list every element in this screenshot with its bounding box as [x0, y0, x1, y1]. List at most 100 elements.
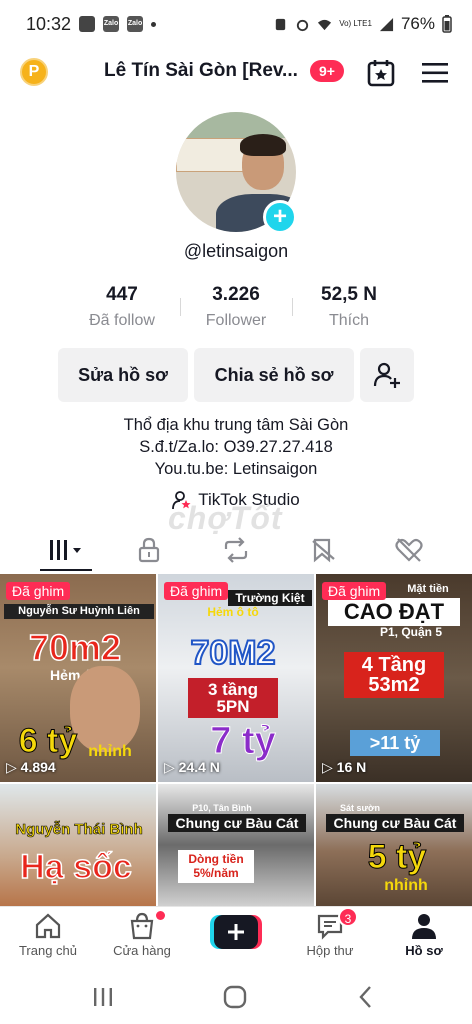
- more-notifications-dot-icon: [151, 21, 157, 27]
- tab-private[interactable]: [124, 534, 174, 566]
- nav-shop-label: Cửa hàng: [113, 943, 171, 958]
- nav-profile[interactable]: Hồ sơ: [384, 911, 464, 958]
- edit-profile-button[interactable]: Sửa hồ sơ: [58, 348, 188, 402]
- video-thumbnail[interactable]: Trường Kiệt Hẻm ô tô 70M2 3 tầng 5PN 7 t…: [158, 574, 314, 782]
- video-headline: CAO ĐẠT: [328, 598, 460, 626]
- bio-line: Thổ địa khu trung tâm Sài Gòn: [123, 416, 349, 434]
- status-bar: 10:32 Zalo Zalo Vo) LTE1 76%: [0, 0, 472, 48]
- share-profile-button[interactable]: Chia sẻ hồ sơ: [194, 348, 354, 402]
- video-top-text: P10, Tân Bình: [192, 803, 252, 813]
- nav-shop[interactable]: Cửa hàng: [102, 911, 182, 958]
- video-extra: nhỉnh: [88, 743, 132, 760]
- zalo-notification-icon-2: Zalo: [127, 16, 144, 32]
- video-subline: P1, Quận 5: [379, 625, 443, 639]
- profile-title[interactable]: Lê Tín Sài Gòn [Rev...: [104, 60, 298, 82]
- video-thumbnail[interactable]: Nguyễn Sư Huỳnh Liên 70m2 Hẻm ô tô 6 tỷ …: [0, 574, 156, 782]
- video-top-text: Nguyễn Thái Bình: [15, 821, 143, 838]
- video-headline: Hạ sốc: [20, 848, 133, 886]
- video-view-count: 16 N: [336, 759, 367, 775]
- profile-header: P Lê Tín Sài Gòn [Rev... 9+: [0, 48, 472, 96]
- video-top-text: Mặt tiền: [407, 583, 449, 595]
- stat-likes-value: 52,5 N: [321, 284, 377, 305]
- gallery-notification-icon: [79, 16, 96, 32]
- home-icon: [35, 913, 61, 939]
- active-tab-indicator: [40, 569, 92, 571]
- video-top-text: Nguyễn Sư Huỳnh Liên: [4, 604, 154, 619]
- video-price: >11 tỷ: [350, 730, 440, 756]
- nav-home-label: Trang chủ: [18, 943, 78, 958]
- video-view-count: 24.4 N: [178, 759, 220, 775]
- heart-hidden-icon: [395, 538, 423, 562]
- shop-notification-dot: [156, 911, 165, 920]
- battery-icon: [442, 15, 452, 33]
- calendar-star-icon[interactable]: [366, 58, 396, 88]
- repost-icon: [224, 537, 248, 563]
- wifi-icon: [318, 19, 332, 30]
- username: @letinsaigon: [183, 241, 289, 261]
- stat-following[interactable]: 447 Đã follow: [62, 284, 182, 330]
- bookmark-hidden-icon: [312, 538, 335, 563]
- video-extra: nhỉnh: [384, 877, 428, 894]
- stat-followers[interactable]: 3.226 Follower: [176, 284, 296, 330]
- bottom-navigation: Trang chủ Cửa hàng Hộp thư 3 Hồ sơ: [0, 906, 472, 970]
- profile-person-icon: [412, 914, 436, 939]
- stat-likes-label: Thích: [328, 312, 369, 329]
- video-views: ▷ 4.894: [6, 759, 56, 775]
- back-icon[interactable]: [354, 984, 380, 1010]
- nav-inbox[interactable]: Hộp thư: [290, 911, 370, 958]
- coins-icon[interactable]: P: [20, 58, 48, 86]
- zalo-notification-icon: Zalo: [103, 16, 120, 32]
- profile-bio: Thổ địa khu trung tâm Sài Gòn S.đ.t/Za.l…: [0, 414, 472, 480]
- profile-stats: 447 Đã follow 3.226 Follower 52,5 N Thíc…: [0, 284, 472, 340]
- video-view-count: 4.894: [20, 759, 56, 775]
- video-thumbnail[interactable]: Sát sườn Chung cư Bàu Cát 5 tỷ nhỉnh: [316, 784, 472, 906]
- stat-following-label: Đã follow: [89, 312, 155, 329]
- avatar-hair: [240, 134, 286, 156]
- menu-icon[interactable]: [420, 60, 450, 86]
- home-system-icon[interactable]: [222, 984, 248, 1010]
- video-thumbnail[interactable]: P10, Tân Bình Chung cư Bàu Cát Dòng tiền…: [158, 784, 314, 906]
- video-thumbnail[interactable]: Nguyễn Thái Bình Hạ sốc: [0, 784, 156, 906]
- video-subline: Hẻm ô tô: [207, 605, 259, 619]
- nav-profile-label: Hồ sơ: [405, 943, 443, 958]
- lock-icon: [138, 537, 160, 563]
- video-price: 7 tỷ: [210, 720, 276, 762]
- signal-icon: [379, 17, 394, 31]
- create-button[interactable]: [210, 915, 262, 949]
- add-friend-button[interactable]: [360, 348, 414, 402]
- tab-favorites[interactable]: [299, 534, 349, 566]
- status-time: 10:32: [26, 13, 72, 34]
- video-thumbnail[interactable]: Mặt tiền CAO ĐẠT P1, Quận 5 4 Tầng 53m2 …: [316, 574, 472, 782]
- video-headline: 70m2: [28, 627, 122, 668]
- pinned-badge: Đã ghim: [322, 582, 387, 600]
- stat-followers-label: Follower: [205, 312, 267, 329]
- account-switch-badge: 9+: [310, 60, 344, 82]
- video-headline: Chung cư Bàu Cát: [168, 814, 306, 832]
- video-headline: 70M2: [189, 634, 276, 672]
- shopping-bag-icon: [130, 912, 154, 940]
- avatar-background: [176, 112, 296, 138]
- nav-home[interactable]: Trang chủ: [8, 911, 88, 958]
- tab-videos[interactable]: [41, 534, 91, 566]
- add-person-icon: [373, 362, 400, 388]
- video-extra: 4 Tầng 53m2: [344, 652, 444, 698]
- recent-apps-icon[interactable]: [90, 984, 116, 1010]
- video-top-text: Trường Kiệt: [228, 590, 312, 606]
- pinned-badge: Đã ghim: [164, 582, 229, 600]
- battery-percent: 76%: [400, 14, 435, 33]
- video-views: ▷ 16 N: [322, 759, 367, 775]
- video-price: 5 tỷ: [367, 838, 427, 876]
- alarm-icon: [297, 19, 309, 31]
- bio-line: You.tu.be: Letinsaigon: [154, 460, 318, 478]
- stat-likes[interactable]: 52,5 N Thích: [289, 284, 409, 330]
- add-story-button[interactable]: +: [263, 200, 297, 234]
- grid-videos-icon: [50, 540, 81, 560]
- system-navigation-bar: [0, 970, 472, 1024]
- tab-reposts[interactable]: [211, 534, 261, 566]
- bio-line: S.đ.t/Za.lo: O39.27.27.418: [139, 438, 333, 456]
- network-label: Vo) LTE1: [339, 19, 372, 28]
- video-subline: Dòng tiền 5%/năm: [178, 850, 254, 883]
- video-views: ▷ 24.4 N: [164, 759, 220, 775]
- video-top-text: Sát sườn: [340, 803, 380, 813]
- tab-liked[interactable]: [384, 534, 434, 566]
